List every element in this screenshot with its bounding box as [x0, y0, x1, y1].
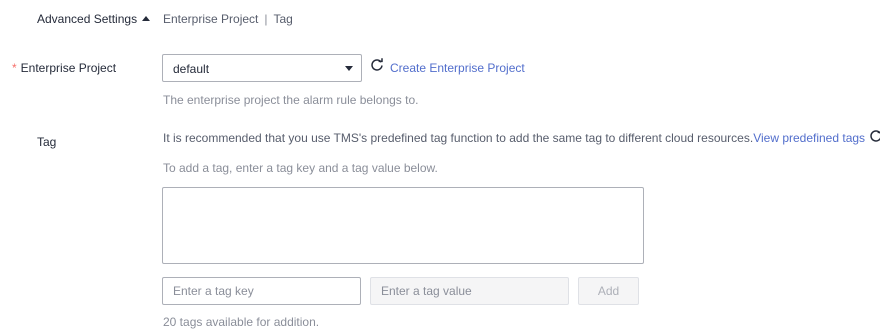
tag-label: Tag: [37, 135, 57, 149]
view-predefined-tags-link[interactable]: View predefined tags: [753, 131, 865, 145]
create-enterprise-project-link[interactable]: Create Enterprise Project: [390, 61, 525, 75]
tag-key-input[interactable]: [162, 277, 361, 305]
enterprise-project-label: * Enterprise Project: [12, 61, 116, 75]
add-tag-button[interactable]: Add: [578, 277, 639, 305]
tag-help: To add a tag, enter a tag key and a tag …: [163, 161, 438, 175]
summary-tag: Tag: [273, 12, 293, 26]
enterprise-project-help: The enterprise project the alarm rule be…: [163, 93, 419, 107]
tag-recommendation: It is recommended that you use TMS's pre…: [163, 131, 865, 145]
enterprise-project-select[interactable]: default: [162, 54, 362, 82]
tag-recommendation-text: It is recommended that you use TMS's pre…: [163, 131, 754, 145]
tag-value-input[interactable]: [370, 277, 569, 305]
caret-up-icon: [142, 16, 151, 21]
required-mark: *: [12, 61, 17, 75]
tag-list-box: [162, 187, 644, 264]
advanced-settings-label: Advanced Settings: [37, 12, 138, 26]
tag-count-text: 20 tags available for addition.: [163, 315, 320, 329]
enterprise-project-selected-value: default: [173, 62, 210, 76]
summary-enterprise-project: Enterprise Project: [163, 12, 259, 26]
chevron-down-icon: [345, 66, 353, 71]
summary-separator: |: [264, 12, 268, 26]
refresh-icon[interactable]: [869, 129, 880, 143]
advanced-settings-summary: Enterprise Project | Tag: [163, 12, 293, 26]
enterprise-project-label-text: Enterprise Project: [20, 61, 117, 75]
advanced-settings-toggle[interactable]: Advanced Settings: [37, 12, 151, 26]
refresh-icon[interactable]: [370, 58, 384, 72]
